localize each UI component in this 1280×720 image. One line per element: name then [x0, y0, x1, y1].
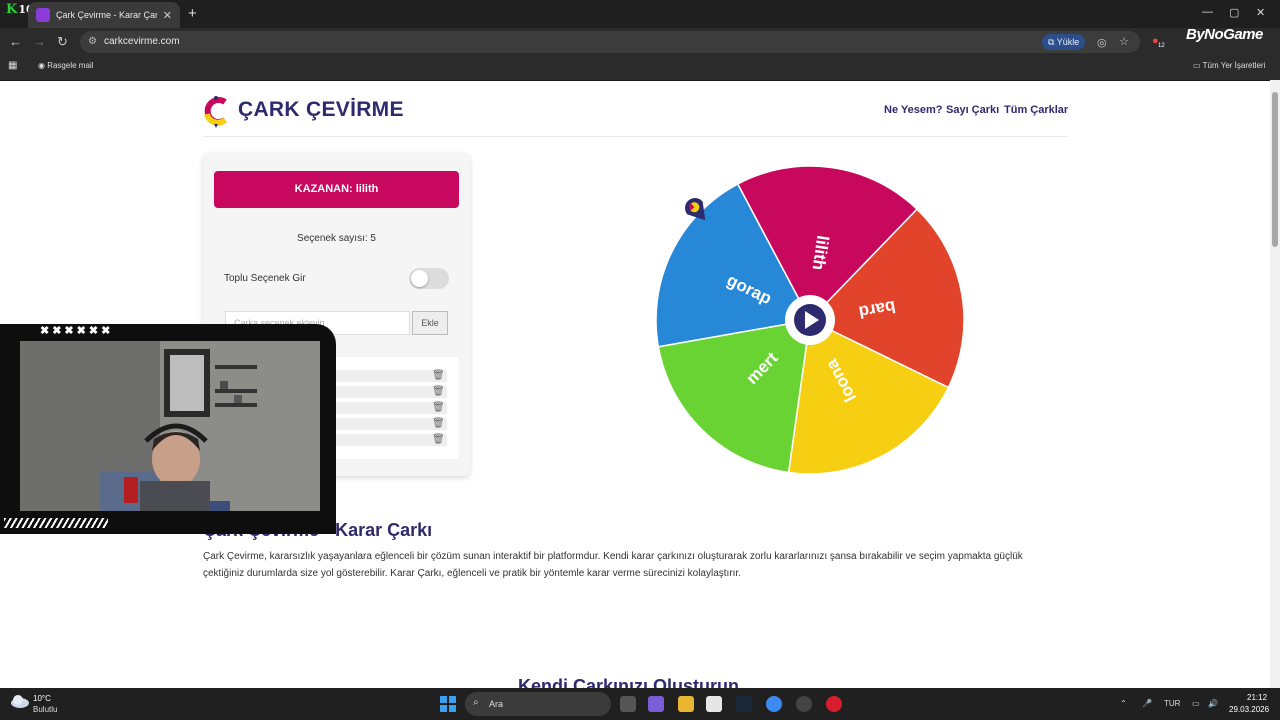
- clock-date[interactable]: 29.03.2026: [1229, 705, 1269, 714]
- site-favicon-icon: [36, 8, 50, 22]
- omnibox[interactable]: [80, 31, 1140, 53]
- search-icon: ⌕: [473, 697, 479, 708]
- taskbar-search[interactable]: [465, 692, 611, 716]
- bulk-input-label: Toplu Seçenek Gir: [224, 273, 306, 284]
- nav-tum-carklar[interactable]: Tüm Çarklar: [1004, 104, 1068, 116]
- bookmark-star-icon[interactable]: ☆: [1119, 35, 1129, 48]
- install-app-button[interactable]: ⧉ Yükle: [1042, 34, 1086, 50]
- site-info-icon[interactable]: ⚙: [88, 36, 97, 47]
- webcam-video: [20, 341, 320, 511]
- tab-close-icon[interactable]: ✕: [163, 9, 172, 22]
- reload-icon[interactable]: ↻: [57, 34, 68, 50]
- new-tab-icon[interactable]: +: [188, 5, 197, 22]
- bookmark-label: Rasgele mail: [47, 61, 94, 70]
- webcam-scene-image: [20, 341, 320, 511]
- taskbar-search-label[interactable]: Ara: [489, 699, 503, 709]
- trash-icon[interactable]: 🗑: [432, 402, 445, 413]
- bookmarks-bar: [0, 56, 1280, 81]
- back-icon[interactable]: ←: [9, 34, 22, 49]
- chrome-taskbar-icon[interactable]: [766, 696, 782, 712]
- apps-grid-icon[interactable]: ▦: [8, 60, 17, 71]
- maximize-icon[interactable]: ▢: [1229, 6, 1239, 19]
- trash-icon[interactable]: 🗑: [432, 370, 445, 381]
- section-body: Çark Çevirme, kararsızlık yaşayanlara eğ…: [203, 551, 1023, 579]
- trash-icon[interactable]: 🗑: [432, 386, 445, 397]
- scrollbar-thumb[interactable]: [1272, 92, 1278, 247]
- language-indicator[interactable]: TUR: [1164, 699, 1180, 708]
- weather-desc[interactable]: Bulutlu: [33, 705, 57, 714]
- header-divider: [203, 136, 1068, 137]
- extension-badge: 12: [1158, 43, 1165, 49]
- option-count: Seçenek sayısı: 5: [297, 233, 376, 244]
- weather-temp[interactable]: 10°C: [33, 694, 51, 703]
- webcam-decor-stripes: [4, 518, 108, 528]
- site-title[interactable]: ÇARK ÇEVİRME: [238, 98, 404, 122]
- nav-sayi-carki[interactable]: Sayı Çarkı: [946, 104, 999, 116]
- eye-off-icon[interactable]: ◎: [1097, 36, 1107, 49]
- file-explorer-icon[interactable]: [678, 696, 694, 712]
- media-app-icon[interactable]: [826, 696, 842, 712]
- windows-taskbar: [0, 688, 1280, 720]
- clock-time[interactable]: 21:12: [1247, 693, 1267, 702]
- microphone-icon[interactable]: 🎤: [1142, 699, 1152, 708]
- install-app-label: Yükle: [1056, 37, 1080, 47]
- store-icon[interactable]: [706, 696, 722, 712]
- url-text[interactable]: carkcevirme.com: [104, 36, 180, 47]
- browser-tab-active[interactable]: Çark Çevirme - Karar Çarkı ✕: [28, 2, 180, 28]
- network-icon[interactable]: ▭: [1192, 699, 1200, 708]
- all-bookmarks-folder[interactable]: ▭ Tüm Yer İşaretleri: [1193, 61, 1265, 70]
- decision-wheel[interactable]: lilithbardloonamertgorap: [650, 160, 970, 480]
- close-window-icon[interactable]: ✕: [1256, 6, 1265, 19]
- toggle-knob: [411, 270, 428, 287]
- cloud-weather-icon[interactable]: [10, 694, 30, 708]
- tab-title: Çark Çevirme - Karar Çarkı: [56, 10, 157, 20]
- start-windows-icon[interactable]: [440, 696, 456, 712]
- minimize-icon[interactable]: —: [1202, 6, 1213, 18]
- trash-icon[interactable]: 🗑: [432, 418, 445, 429]
- widgets-icon[interactable]: [648, 696, 664, 712]
- trash-icon[interactable]: 🗑: [432, 434, 445, 445]
- bookmark-rasgele-mail[interactable]: ◉ Rasgele mail: [38, 61, 93, 70]
- winner-banner[interactable]: KAZANAN: lilith: [214, 171, 459, 208]
- nav-ne-yesem[interactable]: Ne Yesem?: [884, 104, 943, 116]
- steam-icon[interactable]: [736, 696, 752, 712]
- tray-chevron-icon[interactable]: ⌃: [1120, 699, 1127, 708]
- bynogame-overlay-logo: ByNoGame: [1186, 26, 1263, 43]
- add-option-button[interactable]: Ekle: [412, 311, 448, 335]
- all-bookmarks-label: Tüm Yer İşaretleri: [1202, 61, 1266, 70]
- obs-icon[interactable]: [796, 696, 812, 712]
- site-logo-icon[interactable]: [203, 96, 229, 128]
- volume-icon[interactable]: 🔊: [1208, 699, 1218, 708]
- task-view-icon[interactable]: [620, 696, 636, 712]
- webcam-decor-crosses: ✖✖✖✖✖✖: [40, 325, 114, 337]
- forward-icon[interactable]: →: [33, 34, 46, 49]
